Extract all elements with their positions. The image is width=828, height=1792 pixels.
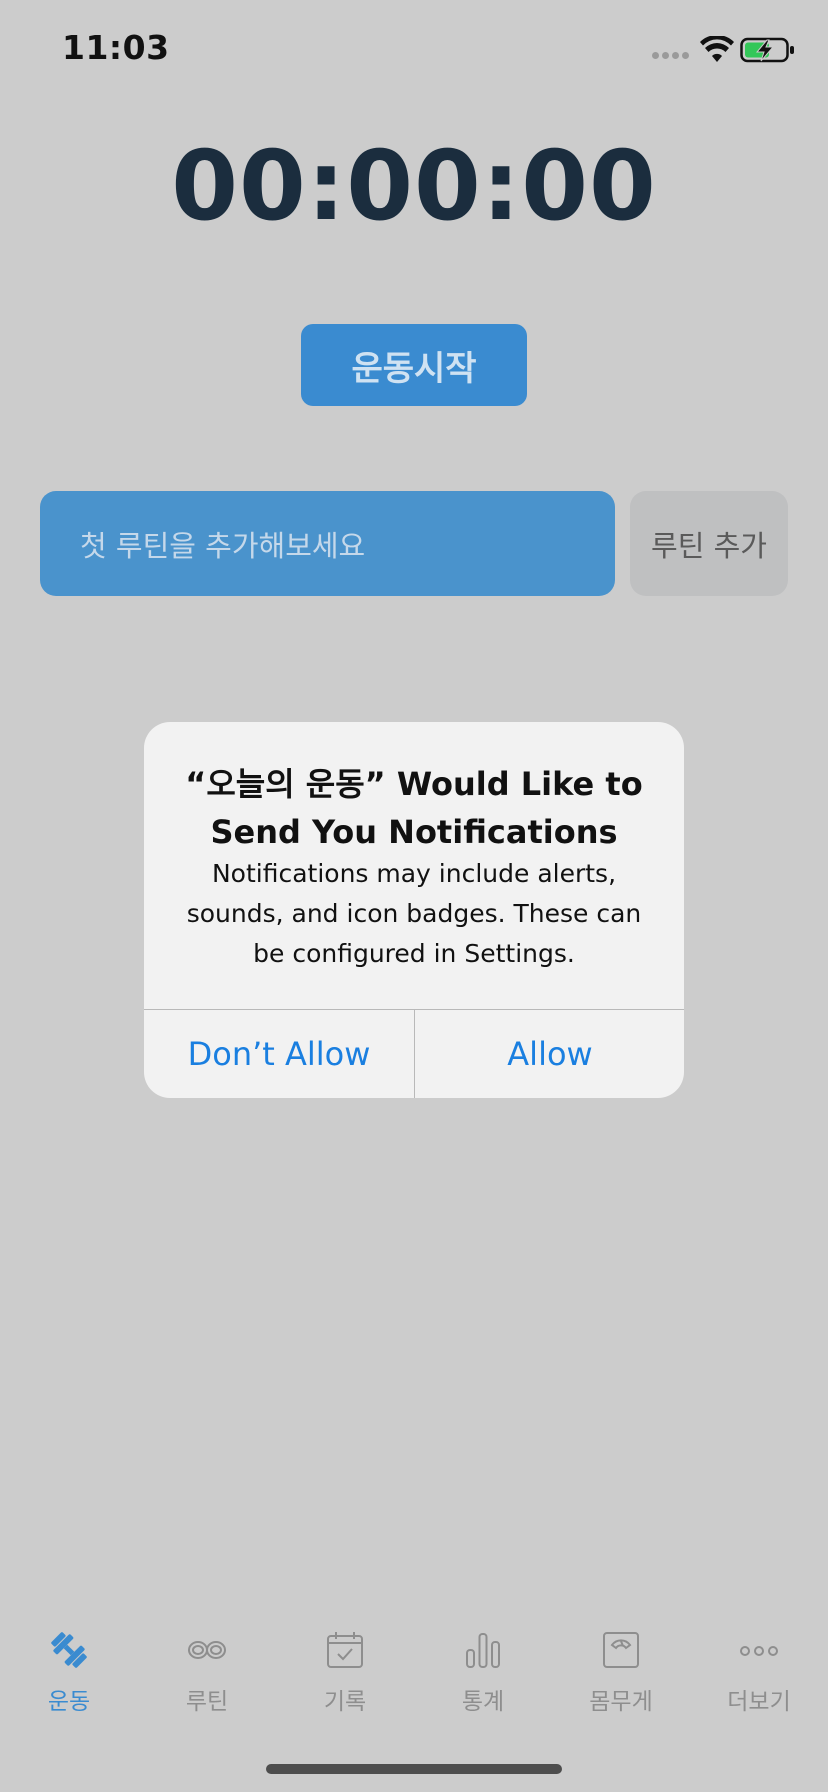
scale-icon — [603, 1632, 639, 1668]
tab-label: 운동 — [47, 1689, 91, 1715]
more-icon — [740, 1646, 778, 1656]
tab-workout[interactable]: 운동 — [0, 1610, 138, 1720]
wifi-icon — [700, 36, 734, 62]
workout-timer: 00:00:00 — [171, 130, 657, 242]
tab-label: 몸무게 — [589, 1689, 653, 1715]
status-time: 11:03 — [62, 28, 170, 67]
add-routine-button[interactable]: 루틴 추가 — [630, 491, 788, 596]
dumbbell-icon — [51, 1632, 87, 1668]
routine-placeholder: 첫 루틴을 추가해보세요 — [80, 528, 366, 563]
tab-routine[interactable]: 루틴 — [138, 1610, 276, 1720]
tab-label: 더보기 — [727, 1689, 791, 1715]
tab-label: 통계 — [461, 1689, 505, 1715]
notification-permission-alert: “오늘의 운동” Would Like to Send You Notifica… — [144, 722, 684, 1098]
start-workout-button[interactable]: 운동시작 — [301, 324, 527, 406]
alert-title: “오늘의 운동” Would Like to Send You Notifica… — [174, 760, 654, 856]
allow-button[interactable]: Allow — [415, 1010, 684, 1098]
routine-selector[interactable]: 첫 루틴을 추가해보세요 — [40, 491, 615, 596]
alert-message: Notifications may include alerts, sounds… — [186, 859, 642, 968]
tab-weight[interactable]: 몸무게 — [552, 1610, 690, 1720]
alert-title-line1: “오늘의 운동” Would Like to — [185, 765, 643, 803]
cellular-signal-icon — [652, 52, 692, 62]
infinity-icon — [188, 1641, 226, 1659]
alert-title-line2: Send You Notifications — [210, 813, 618, 851]
battery-charging-icon — [740, 37, 794, 63]
tab-statistics[interactable]: 통계 — [414, 1610, 552, 1720]
status-bar: 11:03 — [0, 0, 828, 100]
dont-allow-button[interactable]: Don’t Allow — [144, 1010, 414, 1098]
calendar-check-icon — [327, 1632, 363, 1668]
tab-label: 기록 — [323, 1689, 367, 1715]
tab-label: 루틴 — [185, 1689, 229, 1715]
tab-bar: 운동 루틴 기록 통계 몸무게 더보기 — [0, 1610, 828, 1720]
tab-history[interactable]: 기록 — [276, 1610, 414, 1720]
bar-chart-icon — [466, 1633, 500, 1668]
tab-more[interactable]: 더보기 — [690, 1610, 828, 1720]
home-indicator[interactable] — [266, 1764, 562, 1774]
